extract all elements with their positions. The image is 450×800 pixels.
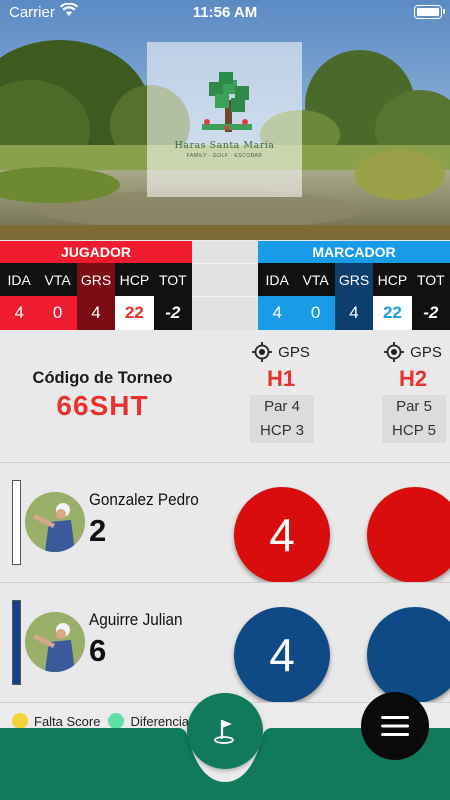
marcador-label-grs: GRS [334,263,374,296]
table-divider [192,241,258,330]
player-color-bar [12,600,21,685]
player-row-aguirre[interactable]: Aguirre Julian 6 4 [0,583,450,703]
player-handicap: 6 [89,633,107,668]
gps-label: GPS [278,343,310,361]
hole-column-h1: GPS H1 Par 4 HCP 3 [240,330,322,463]
hole-info: Par 4 HCP 3 [250,395,314,443]
player-avatar [25,492,85,552]
tree-logo-icon [202,72,252,132]
gps-target-icon [252,342,273,362]
jugador-label-tot: TOT [153,263,193,296]
hole-column-h2: GPS H2 Par 5 HCP 5 [372,330,450,463]
jugador-value-ida: 4 [0,296,39,330]
score-ball-h1[interactable]: 4 [234,487,330,582]
logo-name: Haras Santa María [174,140,275,151]
tournament-code-label: Código de Torneo [32,369,173,387]
clock: 11:56 AM [192,4,258,21]
golf-flag-button[interactable] [187,693,263,769]
hamburger-menu-icon [381,716,409,736]
course-hero-image: Haras Santa María FAMILY · GOLF · ESCOBA… [0,0,450,240]
jugador-value-hcp: 22 [115,296,154,330]
golf-flag-icon [214,720,234,744]
marcador-label-tot: TOT [411,263,450,296]
gps-button-h2[interactable]: GPS [372,342,450,362]
score-ball-h2[interactable] [367,487,450,582]
marcador-scorecard: MARCADOR IDA VTA GRS HCP TOT 4 0 4 22 -2 [258,241,450,330]
marcador-label-ida: IDA [258,263,297,296]
jugador-label-grs: GRS [76,263,116,296]
marcador-value-hcp: 22 [373,296,412,330]
jugador-label-hcp: HCP [115,263,154,296]
hole-hcp: HCP 3 [260,422,304,439]
jugador-value-grs: 4 [76,296,116,330]
hole-name: H2 [398,366,428,391]
player-avatar [25,612,85,672]
marcador-value-grs: 4 [334,296,374,330]
marcador-label-hcp: HCP [373,263,412,296]
player-handicap: 2 [89,513,107,548]
status-bar: Carrier 11:56 AM [0,0,450,26]
player-color-bar [12,480,21,565]
jugador-label-vta: VTA [38,263,77,296]
marcador-value-vta: 0 [296,296,335,330]
hole-par: Par 4 [264,398,300,415]
marcador-label-vta: VTA [296,263,335,296]
jugador-title: JUGADOR [0,241,192,263]
marcador-value-tot: -2 [411,296,450,330]
score-ball-h1[interactable]: 4 [234,607,330,702]
gps-label: GPS [410,343,442,361]
logo-tagline: FAMILY · GOLF · ESCOBAR [186,153,263,159]
score-ball-h2[interactable] [367,607,450,702]
marcador-value-ida: 4 [258,296,297,330]
tournament-code: 66SHT [56,390,149,421]
player-name: Gonzalez Pedro [89,490,199,509]
club-logo: Haras Santa María FAMILY · GOLF · ESCOBA… [147,42,302,197]
hole-par: Par 5 [396,398,432,415]
jugador-scorecard: JUGADOR IDA VTA GRS HCP TOT 4 0 4 22 -2 [0,241,193,330]
gps-button-h1[interactable]: GPS [240,342,322,362]
tournament-section: Código de Torneo 66SHT GPS H1 Par 4 HCP … [0,330,450,463]
hole-name: H1 [266,366,296,391]
player-name: Aguirre Julian [89,610,183,629]
hole-info: Par 5 HCP 5 [382,395,446,443]
marcador-title: MARCADOR [258,241,450,263]
gps-target-icon [384,342,405,362]
battery-icon [414,5,445,19]
jugador-label-ida: IDA [0,263,39,296]
hole-hcp: HCP 5 [392,422,436,439]
jugador-value-vta: 0 [38,296,77,330]
player-row-gonzalez[interactable]: Gonzalez Pedro 2 4 [0,463,450,583]
jugador-value-tot: -2 [153,296,193,330]
menu-button[interactable] [361,692,429,760]
